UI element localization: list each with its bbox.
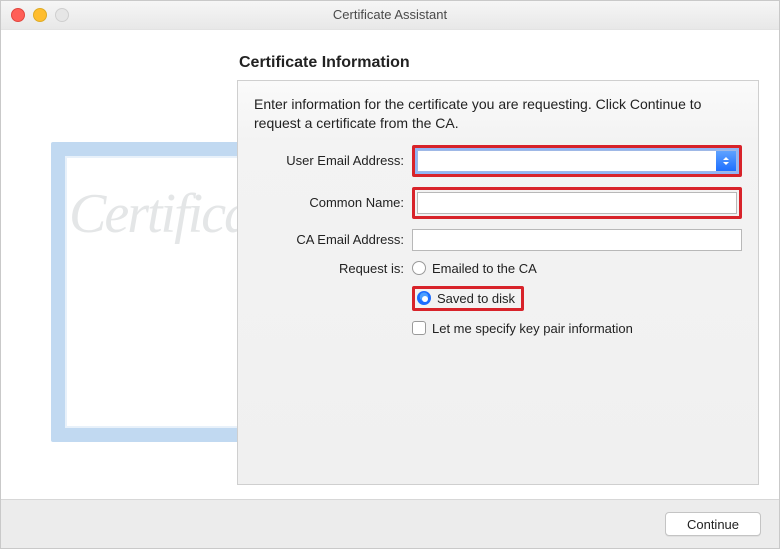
radio-emailed-label: Emailed to the CA xyxy=(432,261,537,276)
zoom-icon xyxy=(55,8,69,22)
radio-emailed[interactable] xyxy=(412,261,426,275)
user-email-label: User Email Address: xyxy=(254,153,404,168)
radio-saved-label: Saved to disk xyxy=(437,291,515,306)
request-is-label: Request is: xyxy=(254,261,404,276)
form-panel: Enter information for the certificate yo… xyxy=(237,80,759,485)
highlight-common-name xyxy=(412,187,742,219)
window: Certificate Assistant Certificate Certif… xyxy=(0,0,780,549)
chevron-down-icon[interactable] xyxy=(716,151,736,171)
ca-email-label: CA Email Address: xyxy=(254,232,404,247)
minimize-icon[interactable] xyxy=(33,8,47,22)
common-name-label: Common Name: xyxy=(254,195,404,210)
window-controls xyxy=(11,8,69,22)
close-icon[interactable] xyxy=(11,8,25,22)
form: User Email Address: Common Name: CA Emai… xyxy=(254,145,742,336)
highlight-user-email xyxy=(412,145,742,177)
content-area: Certificate Certificate Information Ente… xyxy=(1,29,779,500)
common-name-input[interactable] xyxy=(417,192,737,214)
window-title: Certificate Assistant xyxy=(1,1,779,29)
radio-emailed-row[interactable]: Emailed to the CA xyxy=(412,261,742,276)
footer: Continue xyxy=(1,500,779,548)
radio-saved[interactable] xyxy=(417,291,431,305)
highlight-saved-to-disk: Saved to disk xyxy=(412,286,524,311)
keypair-checkbox[interactable] xyxy=(412,321,426,335)
instruction-text: Enter information for the certificate yo… xyxy=(254,95,742,133)
continue-button[interactable]: Continue xyxy=(665,512,761,536)
titlebar: Certificate Assistant xyxy=(1,1,779,30)
page-heading: Certificate Information xyxy=(239,54,410,72)
ca-email-input[interactable] xyxy=(412,229,742,251)
keypair-label: Let me specify key pair information xyxy=(432,321,633,336)
keypair-row[interactable]: Let me specify key pair information xyxy=(412,321,742,336)
user-email-combobox[interactable] xyxy=(417,150,737,172)
